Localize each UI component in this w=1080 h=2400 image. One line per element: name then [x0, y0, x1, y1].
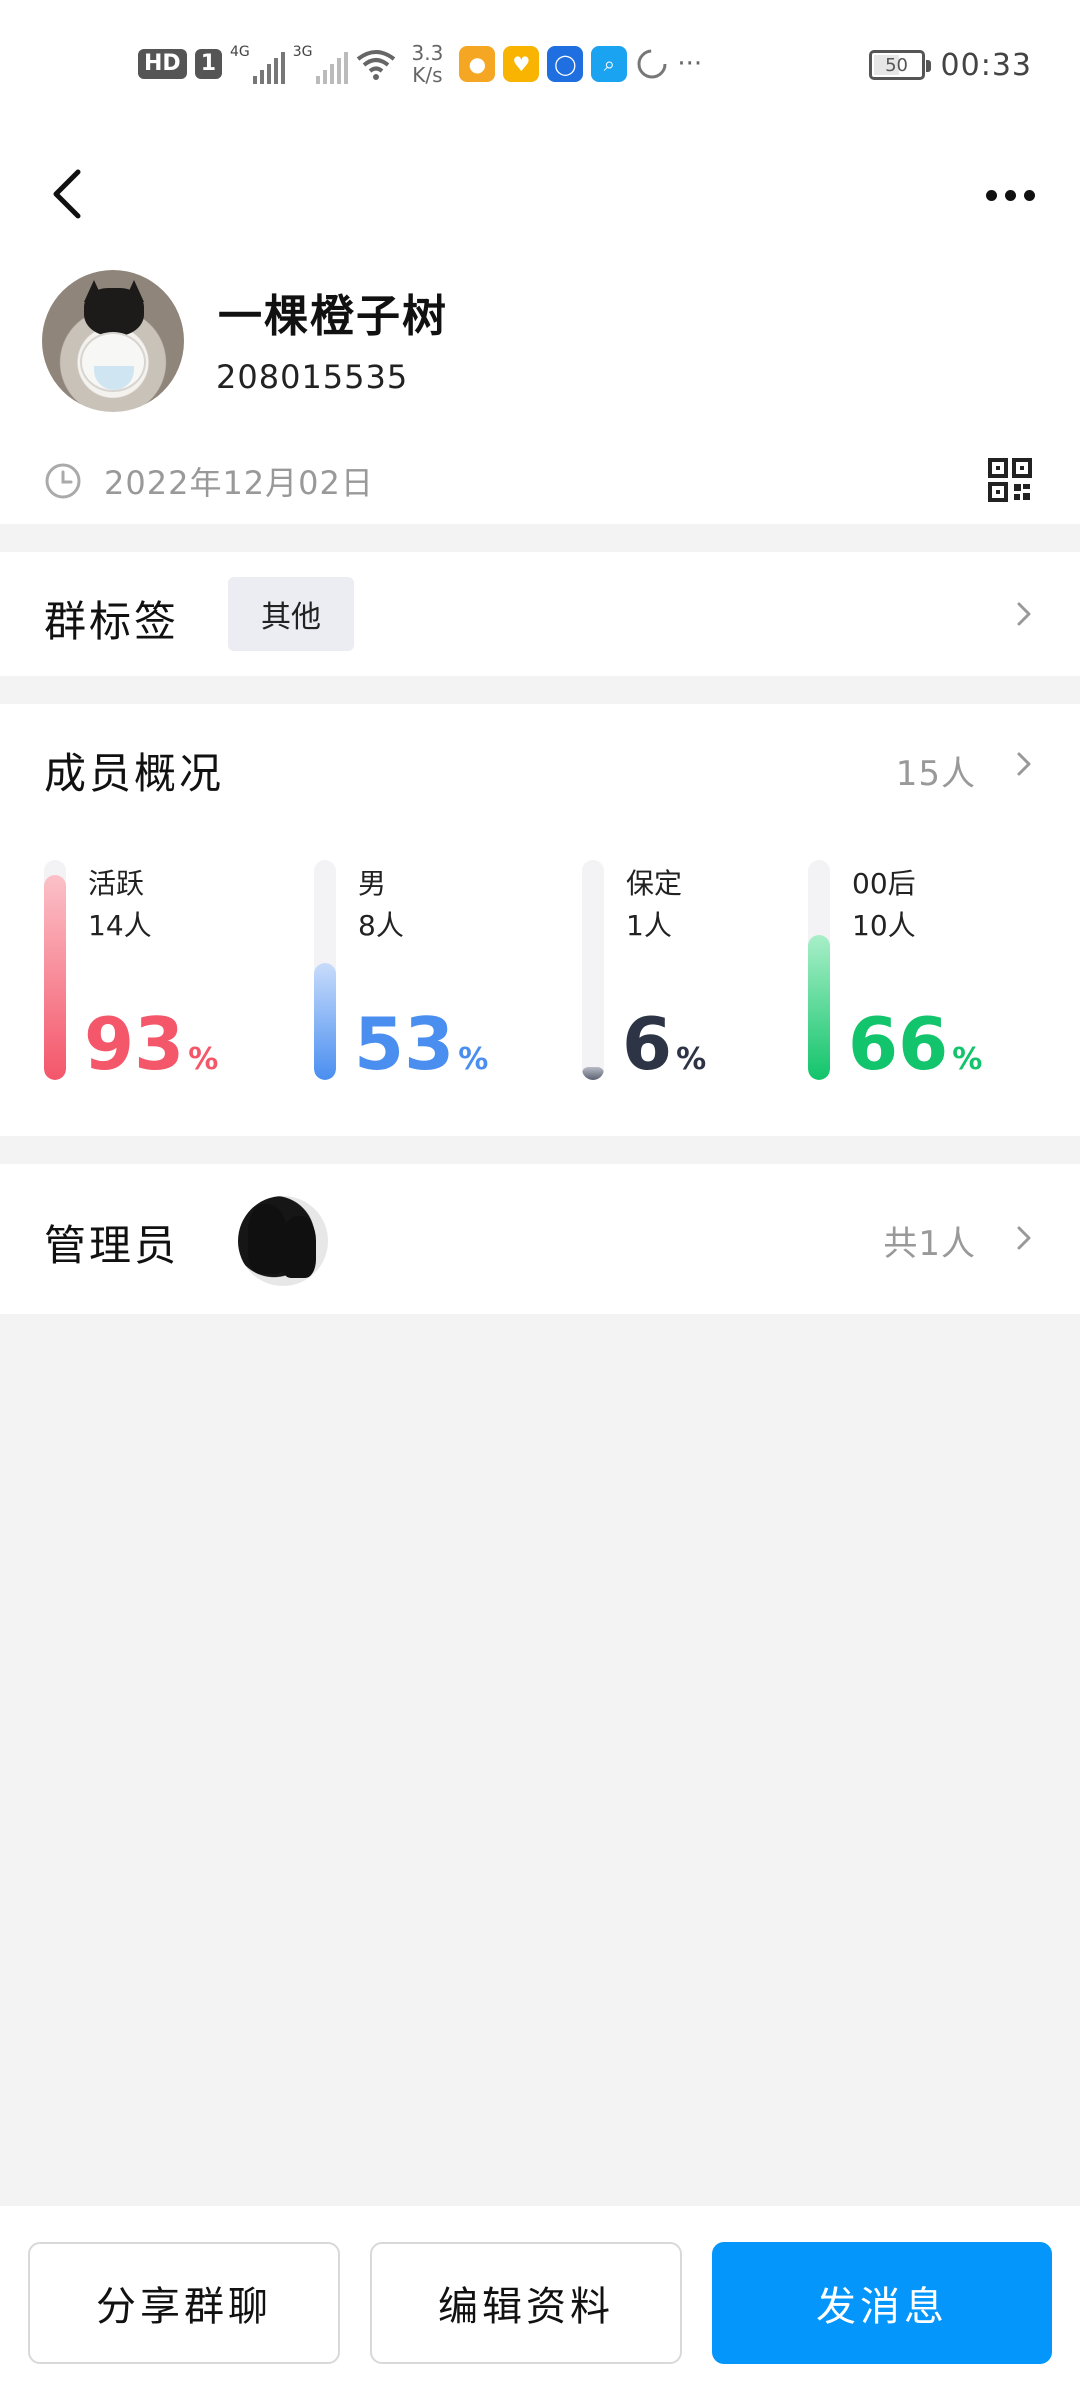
group-tag-row[interactable]: 群标签 其他 [0, 552, 1080, 676]
edit-profile-button[interactable]: 编辑资料 [370, 2242, 682, 2364]
stat-bar-fill [808, 935, 830, 1080]
game-app-icon: ● [459, 46, 496, 82]
stat-count: 1人 [626, 909, 672, 942]
net-type-1: 4G [230, 44, 250, 60]
bottom-action-bar: 分享群聊 编辑资料 发消息 [0, 2206, 1080, 2400]
stat-male: 男 8人 53% [314, 860, 564, 1090]
stat-label: 保定 [626, 867, 683, 900]
clock-icon [45, 463, 81, 499]
member-count: 15人 [895, 754, 976, 794]
stat-percent-value: 66 [848, 1002, 949, 1086]
stat-bar-track [44, 860, 66, 1080]
stat-percent: 6% [622, 1004, 706, 1100]
stat-percent-unit: % [458, 1042, 489, 1077]
admin-total: 共1人 [883, 1224, 976, 1264]
clock-time: 00:33 [940, 47, 1032, 83]
stat-count: 10人 [852, 909, 916, 942]
battery-icon: 50 [868, 50, 931, 80]
net-type-2: 3G [292, 44, 313, 60]
stat-label: 活跃 [88, 867, 145, 900]
status-right: 50 00:33 [868, 40, 1032, 90]
group-avatar[interactable] [42, 270, 184, 412]
signal-bars-2 [315, 52, 348, 84]
hd-badge: HD [138, 49, 187, 79]
created-date: 2022年12月02日 [104, 464, 374, 502]
group-id: 208015535 [216, 358, 409, 396]
battery-level: 50 [885, 54, 908, 76]
loading-circle-icon [637, 49, 667, 79]
qr-code-icon[interactable] [988, 458, 1032, 502]
stat-percent: 53% [354, 1004, 488, 1100]
more-notifications-icon: ··· [677, 49, 703, 79]
stat-bar-track [314, 860, 336, 1080]
stat-age: 00后 10人 66% [808, 860, 1058, 1090]
admin-avatar[interactable] [238, 1196, 328, 1286]
wifi-icon [356, 50, 395, 80]
speed-unit: K/s [412, 63, 443, 87]
stat-percent: 66% [848, 1004, 982, 1100]
stat-percent-unit: % [676, 1042, 707, 1077]
stat-bar-fill [314, 963, 336, 1080]
chevron-right-icon [1012, 1226, 1036, 1250]
stat-label: 男 [358, 867, 387, 900]
chevron-right-icon [1012, 752, 1036, 776]
stat-percent-unit: % [952, 1042, 983, 1077]
stat-label: 00后 [852, 867, 916, 900]
group-name: 一棵橙子树 [218, 291, 448, 342]
created-date-row: 2022年12月02日 [44, 458, 374, 504]
stat-bar-fill [582, 1067, 604, 1080]
group-header: 一棵橙子树 208015535 2022年12月02日 [0, 120, 1080, 524]
share-group-button[interactable]: 分享群聊 [28, 2242, 340, 2364]
stat-percent-value: 93 [84, 1002, 185, 1086]
heart-app-icon: ♥ [503, 46, 540, 82]
speed-value: 3.3 [411, 41, 444, 65]
stat-bar-track [808, 860, 830, 1080]
admin-row[interactable]: 管理员 共1人 [0, 1164, 1080, 1314]
stat-active: 活跃 14人 93% [44, 860, 294, 1090]
signal-bars-1 [252, 52, 285, 84]
group-tag-chip: 其他 [228, 577, 354, 651]
sim-badge: 1 [194, 49, 222, 79]
stat-count: 8人 [358, 909, 404, 942]
status-bar: HD 1 4G 3G 3.3 K/s ● ♥ ◯ ⌕ ··· 50 00:33 [0, 0, 1080, 120]
network-speed: 3.3 K/s [412, 42, 444, 86]
stat-percent-value: 6 [622, 1002, 673, 1086]
status-left: HD 1 4G 3G 3.3 K/s ● ♥ ◯ ⌕ ··· [138, 36, 702, 92]
group-profile-page: HD 1 4G 3G 3.3 K/s ● ♥ ◯ ⌕ ··· 50 00:33 … [0, 0, 1080, 2400]
search-app-icon: ⌕ [591, 46, 628, 82]
stat-percent: 93% [84, 1004, 218, 1100]
signal-3g-icon: 3G [293, 44, 348, 84]
stat-location: 保定 1人 6% [582, 860, 832, 1090]
member-overview-title: 成员概况 [44, 749, 225, 798]
back-button[interactable] [50, 144, 110, 244]
admin-title: 管理员 [44, 1221, 180, 1270]
bulb-app-icon: ◯ [547, 46, 584, 82]
stat-percent-unit: % [188, 1042, 219, 1077]
chevron-right-icon [1012, 602, 1036, 626]
stat-count: 14人 [88, 909, 152, 942]
signal-4g-icon: 4G [230, 44, 285, 84]
send-message-button[interactable]: 发消息 [712, 2242, 1052, 2364]
stat-percent-value: 53 [354, 1002, 455, 1086]
back-arrow-icon [53, 169, 81, 219]
stat-bar-fill [44, 875, 66, 1080]
group-tag-title: 群标签 [44, 597, 180, 646]
stat-bar-track [582, 860, 604, 1080]
member-overview[interactable]: 成员概况 15人 活跃 14人 93% 男 8人 53% 保定 1人 6% 00… [0, 704, 1080, 1136]
more-dots-icon[interactable] [970, 160, 1050, 230]
